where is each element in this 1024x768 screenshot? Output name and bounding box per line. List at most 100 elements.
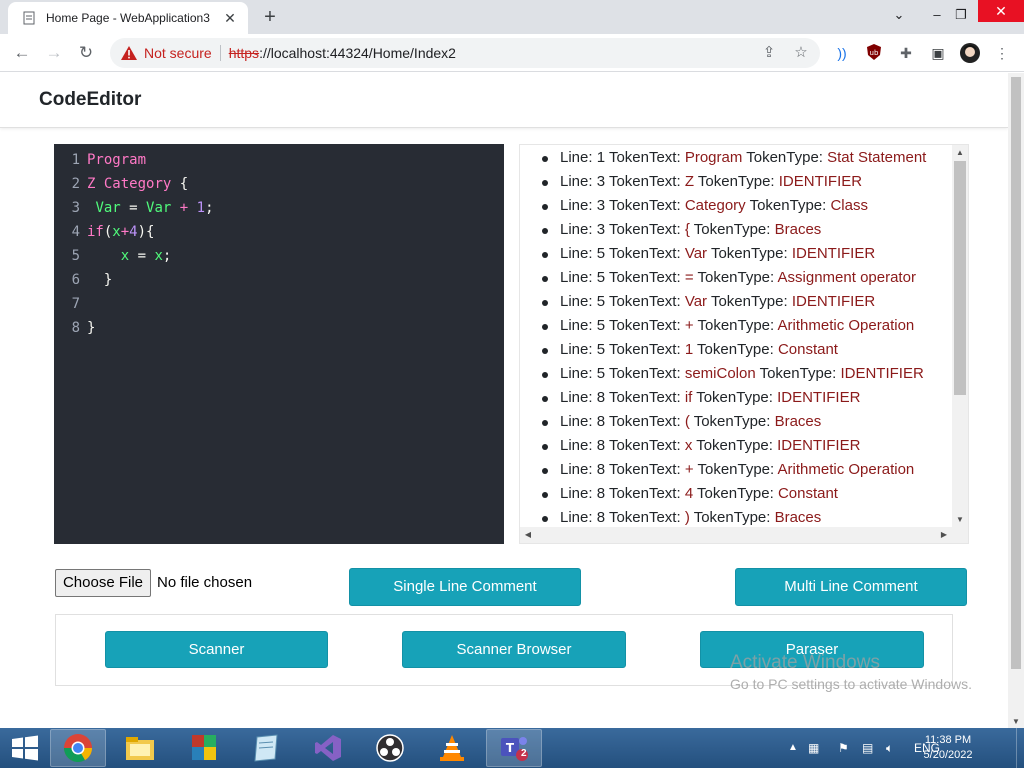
token-text-value: =: [684, 269, 694, 286]
tray-network-icon[interactable]: ▤: [862, 728, 873, 768]
token-type-value: Braces: [774, 509, 822, 526]
token-line: Line: 5: [560, 269, 609, 286]
restore-icon[interactable]: ❐: [946, 0, 976, 30]
code-text[interactable]: x = x;: [87, 244, 172, 268]
svg-text:ub: ub: [870, 49, 879, 57]
winrar-icon[interactable]: [176, 729, 232, 767]
sidepanel-icon[interactable]: ▣: [928, 43, 948, 63]
single-line-comment-button[interactable]: Single Line Comment: [349, 568, 581, 606]
token-text-value: Var: [684, 293, 708, 310]
token-list-panel[interactable]: Line: 1 TokenText: Program TokenType: St…: [519, 144, 969, 544]
ublock-icon[interactable]: ub: [864, 43, 884, 63]
token-text-label: TokenText:: [608, 341, 685, 358]
tray-network-drive-icon[interactable]: ▦: [808, 728, 819, 768]
line-number: 4: [71, 224, 80, 240]
token-type-label: TokenType:: [689, 509, 775, 526]
line-number: 3: [71, 200, 80, 216]
token-type-value: Stat Statement: [827, 149, 927, 166]
code-text[interactable]: }: [87, 268, 112, 292]
token-text-value: Category: [684, 197, 746, 214]
page-scroll-down-icon[interactable]: ▼: [1008, 717, 1024, 726]
extension-sound-icon[interactable]: )): [832, 43, 852, 63]
tray-volume-icon[interactable]: 🔈︎: [886, 728, 893, 768]
tab-title: Home Page - WebApplication3: [46, 11, 210, 25]
token-list-vertical-scrollbar[interactable]: ▲ ▼: [952, 145, 968, 528]
choose-file-button[interactable]: Choose File: [55, 569, 151, 597]
url-text[interactable]: https://localhost:44324/Home/Index2: [229, 45, 456, 61]
token-text-label: TokenText:: [608, 365, 685, 382]
warning-icon[interactable]: [120, 45, 138, 61]
app-navbar: CodeEditor: [0, 73, 1008, 128]
token-text-value: +: [684, 317, 694, 334]
token-list-horizontal-scrollbar[interactable]: ◀ ▶: [520, 527, 968, 543]
code-text[interactable]: }: [87, 316, 95, 340]
security-label[interactable]: Not secure: [144, 45, 212, 61]
tray-overflow-icon[interactable]: ▲: [788, 728, 798, 768]
back-icon[interactable]: ←: [10, 41, 34, 65]
vlc-icon[interactable]: [424, 729, 480, 767]
file-explorer-icon[interactable]: [112, 729, 168, 767]
forward-icon[interactable]: →: [42, 41, 66, 65]
token-text-label: TokenText:: [608, 485, 685, 502]
token-type-label: TokenType:: [693, 173, 779, 190]
obs-icon[interactable]: [362, 729, 418, 767]
token-text-value: Z: [684, 173, 694, 190]
new-tab-button[interactable]: +: [258, 5, 282, 29]
show-desktop-button[interactable]: [1016, 728, 1024, 768]
token-type-value: Braces: [774, 413, 822, 430]
scroll-down-icon[interactable]: ▼: [952, 512, 968, 528]
token-item: Line: 3 TokenText: { TokenType: Braces: [542, 218, 926, 242]
token-item: Line: 8 TokenText: 4 TokenType: Constant: [542, 482, 926, 506]
windows-start-icon[interactable]: [8, 734, 42, 762]
tab-close-icon[interactable]: ✕: [222, 10, 238, 27]
token-type-value: Class: [830, 197, 868, 214]
line-number: 8: [71, 320, 80, 336]
extensions-icon[interactable]: ✚: [896, 43, 916, 63]
token-type-label: TokenType:: [745, 197, 831, 214]
code-editor[interactable]: 1 Program 2 Z Category {3 Var = Var + 1; 4 if…: [54, 144, 504, 544]
menu-icon[interactable]: ⋮: [992, 43, 1012, 63]
token-type-label: TokenType:: [689, 221, 775, 238]
page-icon: [23, 11, 35, 25]
scroll-right-icon[interactable]: ▶: [936, 527, 952, 543]
token-text-label: TokenText:: [608, 221, 685, 238]
token-type-value: IDENTIFIER: [791, 245, 876, 262]
token-line: Line: 8: [560, 413, 609, 430]
line-number: 6: [71, 272, 80, 288]
token-type-label: TokenType:: [707, 245, 792, 262]
token-item: Line: 5 TokenText: Var TokenType: IDENTI…: [542, 242, 926, 266]
reload-icon[interactable]: ↻: [74, 41, 98, 65]
notepad-icon[interactable]: [238, 729, 294, 767]
code-text[interactable]: if(x+4){: [87, 220, 154, 244]
share-icon[interactable]: ⇪: [760, 44, 778, 62]
scroll-left-icon[interactable]: ◀: [520, 527, 536, 543]
tab-search-icon[interactable]: ⌄: [884, 0, 914, 30]
scroll-thumb[interactable]: [954, 161, 966, 395]
page-vertical-scrollbar[interactable]: ▼: [1008, 73, 1024, 728]
profile-icon[interactable]: [960, 43, 980, 63]
star-icon[interactable]: ☆: [792, 44, 810, 62]
tray-flag-icon[interactable]: ⚑: [838, 728, 849, 768]
token-text-value: Program: [684, 149, 743, 166]
page-content: CodeEditor 1 Program 2 Z Category {3 Var = …: [0, 73, 1008, 728]
scanner-browser-button[interactable]: Scanner Browser: [402, 631, 626, 668]
address-bar[interactable]: Not secure https://localhost:44324/Home/…: [110, 38, 820, 68]
code-text[interactable]: Var = Var + 1;: [87, 196, 213, 220]
token-text-value: Var: [684, 245, 708, 262]
taskbar-clock[interactable]: 11:38 PM 5/20/2022: [918, 733, 978, 763]
window-close-button[interactable]: ✕: [978, 0, 1024, 22]
browser-tab[interactable]: Home Page - WebApplication3 ✕: [8, 2, 248, 34]
chrome-icon[interactable]: [50, 729, 106, 767]
multi-line-comment-button[interactable]: Multi Line Comment: [735, 568, 967, 606]
app-brand[interactable]: CodeEditor: [39, 89, 141, 111]
teams-badge-count: 2: [521, 748, 527, 759]
scroll-up-icon[interactable]: ▲: [952, 145, 968, 161]
browser-titlebar: Home Page - WebApplication3 ✕ + ⌄ – ❐ ✕: [0, 0, 1024, 34]
teams-icon[interactable]: T 2: [486, 729, 542, 767]
code-text[interactable]: Program: [87, 148, 146, 172]
visual-studio-icon[interactable]: [300, 729, 356, 767]
scanner-button[interactable]: Scanner: [105, 631, 328, 668]
code-text[interactable]: Z Category {: [87, 172, 188, 196]
page-scroll-thumb[interactable]: [1011, 77, 1021, 669]
token-type-value: IDENTIFIER: [778, 173, 863, 190]
